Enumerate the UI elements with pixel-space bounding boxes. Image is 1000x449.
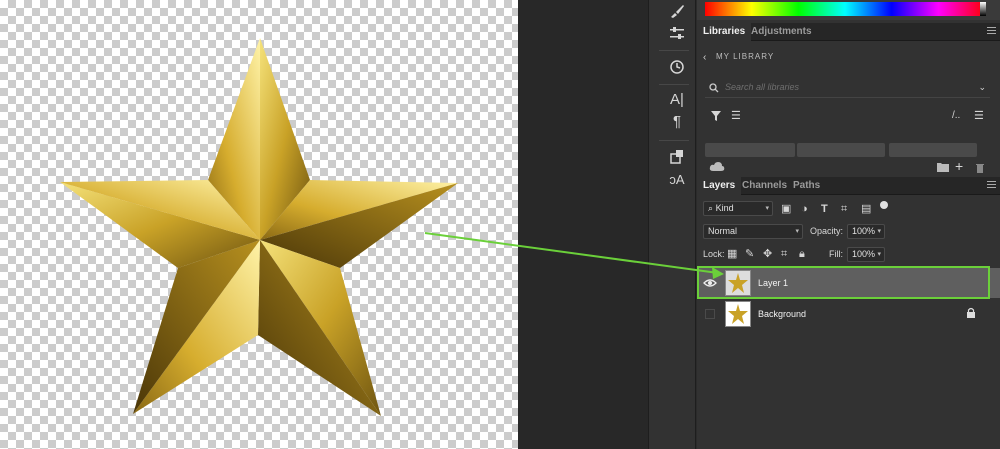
annotation-highlight-box bbox=[697, 266, 990, 299]
grid-view-icon[interactable]: ☰ bbox=[974, 110, 984, 122]
search-placeholder: Search all libraries bbox=[725, 82, 800, 92]
chevron-down-icon: ▾ bbox=[765, 205, 769, 212]
visibility-toggle[interactable] bbox=[705, 309, 715, 319]
filter-kind-label: Kind bbox=[715, 203, 734, 213]
plus-icon[interactable]: + bbox=[955, 159, 963, 173]
tool-separator bbox=[659, 140, 689, 141]
lock-label: Lock: bbox=[703, 249, 725, 259]
blend-mode-value: Normal bbox=[708, 226, 738, 236]
library-footer: + bbox=[697, 157, 1000, 178]
smart-object-filter-icon[interactable]: ▤ bbox=[861, 203, 871, 215]
properties-icon[interactable] bbox=[667, 148, 687, 168]
right-panel-dock: Libraries Adjustments ‹ MY LIBRARY Searc… bbox=[697, 0, 1000, 449]
tool-separator bbox=[659, 50, 689, 51]
opacity-value: 100% bbox=[852, 226, 876, 236]
panel-icon-strip: A| ¶ ↄA bbox=[648, 0, 696, 449]
library-asset[interactable] bbox=[889, 143, 977, 157]
folder-icon[interactable] bbox=[937, 162, 949, 172]
search-icon: ⌕ bbox=[708, 203, 714, 213]
library-name[interactable]: MY LIBRARY bbox=[716, 52, 774, 61]
fill-field[interactable]: 100% ▾ bbox=[847, 247, 885, 262]
lock-position-icon[interactable]: ✥ bbox=[763, 248, 772, 260]
blend-mode-select[interactable]: Normal ▾ bbox=[703, 224, 803, 239]
list-view-icon[interactable]: /.. bbox=[952, 110, 960, 122]
opacity-field[interactable]: 100% ▾ bbox=[847, 224, 885, 239]
chevron-down-icon: ▾ bbox=[795, 228, 799, 235]
character-icon[interactable]: A| bbox=[667, 90, 687, 110]
chevron-down-icon[interactable]: ⌄ bbox=[978, 81, 986, 93]
adjustment-filter-icon[interactable]: ◑ bbox=[801, 203, 808, 215]
chevron-left-icon[interactable]: ‹ bbox=[703, 52, 706, 64]
lock-artboard-icon[interactable]: ⌗ bbox=[781, 248, 787, 260]
libraries-tabbar: Libraries Adjustments bbox=[697, 23, 1000, 41]
tab-channels[interactable]: Channels bbox=[736, 177, 793, 195]
tab-adjustments[interactable]: Adjustments bbox=[745, 23, 818, 41]
tab-layers[interactable]: Layers bbox=[697, 177, 742, 195]
brush-icon[interactable] bbox=[667, 2, 687, 22]
layer-thumbnail bbox=[725, 301, 751, 327]
fill-label: Fill: bbox=[829, 249, 843, 259]
library-asset[interactable] bbox=[797, 143, 885, 157]
gold-star-artwork bbox=[60, 38, 458, 416]
fill-value: 100% bbox=[852, 249, 876, 259]
opacity-label: Opacity: bbox=[810, 226, 844, 236]
pixel-filter-icon[interactable]: ▣ bbox=[781, 203, 791, 215]
adjust-sliders-icon[interactable] bbox=[667, 24, 687, 44]
layers-tabbar: Layers Channels Paths bbox=[697, 177, 1000, 195]
tab-paths[interactable]: Paths bbox=[787, 177, 826, 195]
layer-row-background[interactable]: Background bbox=[697, 299, 1000, 329]
paragraph-icon[interactable]: ¶ bbox=[667, 112, 687, 132]
pasteboard bbox=[518, 0, 648, 449]
filter-icon[interactable] bbox=[711, 111, 721, 121]
tab-libraries[interactable]: Libraries bbox=[697, 23, 752, 41]
photoshop-window: A| ¶ ↄA Libraries Adjustments ‹ MY LIBRA… bbox=[0, 0, 1000, 449]
color-spectrum[interactable] bbox=[705, 2, 985, 16]
type-filter-icon[interactable]: T bbox=[821, 203, 828, 215]
trash-icon[interactable] bbox=[975, 162, 985, 173]
layer-filter-kind[interactable]: ⌕ Kind ▾ bbox=[703, 201, 773, 216]
black-white-ramp[interactable] bbox=[980, 2, 986, 16]
filter-toggle-icon[interactable] bbox=[880, 201, 888, 209]
sort-icon[interactable]: ☰ bbox=[731, 110, 741, 122]
lock-image-icon[interactable]: ✎ bbox=[745, 248, 754, 260]
library-asset[interactable] bbox=[705, 143, 795, 157]
lock-all-icon[interactable]: 🔒︎ bbox=[799, 248, 805, 260]
document-canvas[interactable] bbox=[0, 0, 518, 449]
panel-menu-icon[interactable] bbox=[987, 27, 996, 36]
layer-name[interactable]: Background bbox=[758, 309, 806, 319]
cloud-sync-icon[interactable] bbox=[709, 161, 725, 173]
panel-menu-icon[interactable] bbox=[987, 181, 996, 190]
library-search[interactable]: Search all libraries ⌄ bbox=[705, 78, 990, 98]
shape-filter-icon[interactable]: ⌗ bbox=[841, 203, 847, 215]
chevron-down-icon: ▾ bbox=[877, 228, 881, 235]
color-panel bbox=[697, 0, 1000, 20]
tool-separator bbox=[659, 84, 689, 85]
lock-icon bbox=[967, 307, 975, 318]
glyphs-icon[interactable]: ↄA bbox=[667, 170, 687, 190]
chevron-down-icon: ▾ bbox=[877, 251, 881, 258]
lock-transparent-icon[interactable]: ▦ bbox=[727, 248, 737, 260]
search-icon bbox=[709, 83, 719, 93]
history-icon[interactable] bbox=[667, 58, 687, 78]
